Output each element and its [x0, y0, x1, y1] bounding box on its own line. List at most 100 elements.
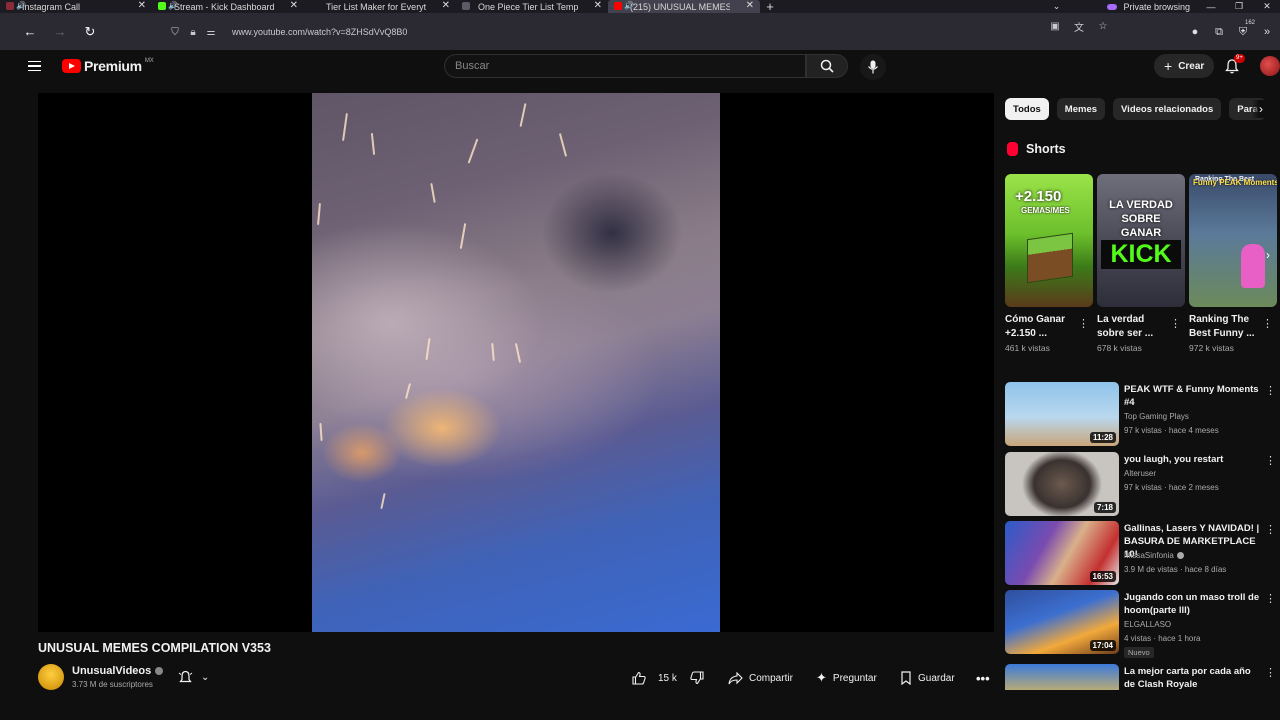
video-player[interactable] — [38, 93, 994, 632]
channel-name-text[interactable]: UnusualVideos — [72, 665, 151, 677]
subscription-notification-button[interactable]: ⌄ — [178, 667, 222, 687]
short-title[interactable]: Ranking The Best Funny ... — [1189, 313, 1261, 341]
recommended-video[interactable]: La mejor carta por cada año de Clash Roy… — [1005, 664, 1280, 690]
close-tab-icon[interactable]: ✕ — [138, 0, 146, 11]
chevron-right-icon[interactable]: › — [1266, 248, 1270, 262]
channel-name[interactable]: Alteruser — [1124, 469, 1156, 478]
voice-search-button[interactable] — [860, 54, 886, 80]
address-bar[interactable]: ⛉ 🔒︎ ⚌ www.youtube.com/watch?v=8ZHSdVvQ8… — [166, 20, 1106, 44]
hamburger-menu-icon[interactable] — [28, 56, 48, 76]
video-thumbnail[interactable]: 7:18 — [1005, 452, 1119, 516]
browser-tab-kick[interactable]: 🔊 Stream - Kick Dashboard ✕ — [152, 0, 304, 13]
channel-name[interactable]: UnusualVideos — [72, 665, 164, 677]
minimize-icon[interactable]: — — [1204, 2, 1218, 12]
short-item[interactable]: Ranking The Best Funny PEAK Moments Rank… — [1189, 174, 1277, 353]
ask-button[interactable]: ✦ Preguntar — [816, 667, 877, 689]
bookmark-star-icon[interactable]: ☆ — [1094, 21, 1112, 32]
close-window-icon[interactable]: ✕ — [1260, 1, 1274, 12]
more-vertical-icon[interactable]: ⋮ — [1265, 454, 1276, 467]
search-button[interactable] — [806, 54, 848, 78]
overflow-menu-icon[interactable]: » — [1258, 19, 1276, 45]
save-button[interactable]: Guardar — [900, 667, 955, 689]
share-button[interactable]: Compartir — [728, 667, 793, 689]
list-all-tabs-icon[interactable]: ⌄ — [1049, 1, 1063, 12]
video-thumbnail[interactable]: 17:04 — [1005, 590, 1119, 654]
browser-tab-onepiece[interactable]: One Piece Tier List Templates - ✕ — [456, 0, 608, 13]
short-item[interactable]: +2.150 GEMAS/MES Cómo Ganar +2.150 ... 46… — [1005, 174, 1093, 353]
picture-in-picture-icon[interactable]: ▣ — [1046, 21, 1064, 32]
recommended-video[interactable]: 7:18 you laugh, you restart Alteruser 97… — [1005, 452, 1280, 518]
chip-videos-relacionados[interactable]: Videos relacionados — [1113, 98, 1222, 120]
share-arrow-icon — [728, 671, 743, 684]
short-title[interactable]: Cómo Ganar +2.150 ... — [1005, 313, 1077, 341]
video-thumbnail[interactable]: 16:53 — [1005, 521, 1119, 585]
shorts-shelf-header: Shorts — [1007, 142, 1066, 156]
channel-avatar[interactable] — [38, 664, 64, 690]
shield-icon[interactable]: ⛉ — [166, 27, 184, 38]
recommended-video[interactable]: 16:53 Gallinas, Lasers Y NAVIDAD! | BASU… — [1005, 521, 1280, 587]
short-thumbnail[interactable]: LA VERDAD SOBRE GANAR DINERO EN KICK — [1097, 174, 1185, 307]
short-title[interactable]: La verdad sobre ser ... — [1097, 313, 1169, 341]
audio-playing-icon[interactable]: 🔊 — [16, 1, 26, 10]
url-text[interactable]: www.youtube.com/watch?v=8ZHSdVvQ8B0 — [232, 27, 407, 37]
short-thumbnail[interactable]: +2.150 GEMAS/MES — [1005, 174, 1093, 307]
video-frame[interactable] — [312, 93, 720, 632]
forward-icon[interactable]: → — [48, 20, 72, 44]
video-spark — [514, 343, 521, 363]
audio-playing-icon[interactable]: 🔊 — [624, 1, 634, 10]
dislike-button[interactable] — [690, 667, 704, 689]
more-actions-button[interactable]: ••• — [976, 667, 990, 689]
channel-name-text[interactable]: Top Gaming Plays — [1124, 412, 1189, 421]
restore-icon[interactable]: ❐ — [1232, 1, 1246, 12]
ublock-icon[interactable]: ⛨ 162 — [1234, 19, 1255, 45]
translate-icon[interactable]: 文 — [1070, 19, 1088, 34]
extension-icon[interactable]: ● — [1186, 19, 1204, 45]
short-thumbnail[interactable]: Ranking The Best Funny PEAK Moments — [1189, 174, 1277, 307]
audio-playing-icon[interactable]: 🔊 — [168, 1, 178, 10]
close-tab-icon[interactable]: ✕ — [442, 0, 450, 11]
more-vertical-icon[interactable]: ⋮ — [1265, 523, 1276, 536]
chevron-right-icon[interactable]: › — [1252, 100, 1270, 118]
short-item[interactable]: LA VERDAD SOBRE GANAR DINERO EN KICK La … — [1097, 174, 1185, 353]
more-vertical-icon[interactable]: ⋮ — [1265, 666, 1276, 679]
channel-name[interactable]: ELGALLASO — [1124, 620, 1171, 629]
search-input[interactable]: Buscar — [444, 54, 806, 78]
video-title[interactable]: PEAK WTF & Funny Moments #4 — [1124, 383, 1264, 409]
close-tab-icon[interactable]: ✕ — [746, 0, 754, 11]
create-button[interactable]: + Crear — [1154, 54, 1215, 78]
more-vertical-icon[interactable]: ⋮ — [1265, 592, 1276, 605]
more-vertical-icon[interactable]: ⋮ — [1078, 317, 1089, 330]
lock-icon[interactable]: 🔒︎ — [184, 27, 202, 38]
close-tab-icon[interactable]: ✕ — [594, 0, 602, 11]
account-avatar[interactable] — [1260, 56, 1280, 76]
channel-name-text[interactable]: ELGALLASO — [1124, 620, 1171, 629]
chip-todos[interactable]: Todos — [1005, 98, 1049, 120]
recommended-video[interactable]: 17:04 Jugando con un maso troll de hoom(… — [1005, 590, 1280, 658]
channel-name-text[interactable]: MissaSinfonia — [1124, 551, 1174, 560]
extensions-puzzle-icon[interactable]: ⧉ — [1210, 19, 1228, 45]
video-thumbnail[interactable] — [1005, 664, 1119, 690]
video-title[interactable]: Jugando con un maso troll de hoom(parte … — [1124, 591, 1264, 617]
browser-tab-tierlist[interactable]: Tier List Maker for Everything - ✕ — [304, 0, 456, 13]
close-tab-icon[interactable]: ✕ — [290, 0, 298, 11]
back-icon[interactable]: ← — [18, 20, 42, 44]
permissions-icon[interactable]: ⚌ — [202, 27, 220, 38]
channel-name[interactable]: Top Gaming Plays — [1124, 412, 1189, 421]
more-vertical-icon[interactable]: ⋮ — [1265, 384, 1276, 397]
reload-icon[interactable]: ↻ — [78, 20, 102, 44]
more-vertical-icon[interactable]: ⋮ — [1262, 317, 1273, 330]
video-title[interactable]: you laugh, you restart — [1124, 453, 1264, 466]
chip-memes[interactable]: Memes — [1056, 98, 1106, 120]
duration-badge: 16:53 — [1089, 571, 1116, 582]
more-vertical-icon[interactable]: ⋮ — [1170, 317, 1181, 330]
browser-tab-instagram[interactable]: 🔊 Instagram Call ✕ — [0, 0, 152, 13]
youtube-premium-logo[interactable]: Premium MX — [62, 58, 154, 74]
video-title[interactable]: La mejor carta por cada año de Clash Roy… — [1124, 665, 1264, 690]
channel-name-text[interactable]: Alteruser — [1124, 469, 1156, 478]
recommended-video[interactable]: 11:28 PEAK WTF & Funny Moments #4 Top Ga… — [1005, 382, 1280, 448]
video-thumbnail[interactable]: 11:28 — [1005, 382, 1119, 446]
like-button[interactable]: 15 k — [632, 667, 677, 689]
new-tab-button[interactable]: + — [760, 0, 780, 14]
channel-name[interactable]: MissaSinfonia — [1124, 551, 1184, 560]
browser-tab-youtube[interactable]: 🔊 (215) UNUSUAL MEMES CO ✕ — [608, 0, 760, 13]
